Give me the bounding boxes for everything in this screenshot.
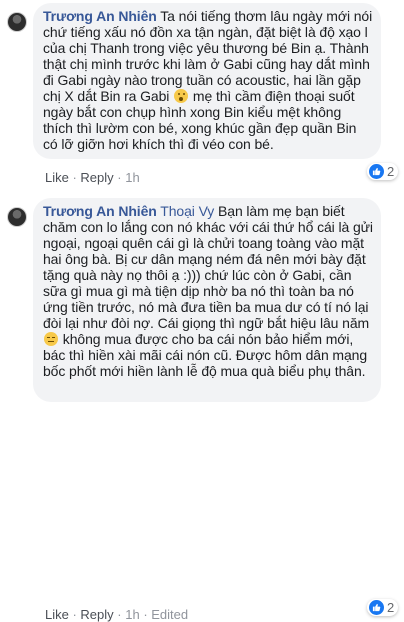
like-icon: [369, 600, 384, 615]
like-link[interactable]: Like: [45, 607, 69, 622]
reaction-count: 2: [387, 600, 395, 615]
author-name[interactable]: Trương An Nhiên: [43, 8, 157, 24]
reply-link[interactable]: Reply: [80, 607, 113, 622]
like-icon: [369, 164, 384, 179]
mentioned-user[interactable]: Thoại Vy: [160, 203, 214, 219]
reaction-summary[interactable]: 2: [367, 163, 399, 180]
comment-text-continued: không mua được cho ba cái nón bảo hiểm m…: [43, 331, 368, 379]
reply-link[interactable]: Reply: [80, 170, 113, 185]
comment-bubble: Trương An Nhiên Ta nói tiếng thơm lâu ng…: [33, 3, 381, 159]
timestamp[interactable]: 1h: [125, 607, 139, 622]
comment-text: Bạn làm mẹ bạn biết chăm con lo lắng con…: [43, 203, 373, 331]
pensive-emoji-icon: [44, 332, 58, 346]
comment-actions: Like · Reply · 1h · Edited: [45, 607, 189, 622]
reaction-summary[interactable]: 2: [367, 599, 399, 616]
avatar[interactable]: [7, 207, 27, 227]
edited-label[interactable]: Edited: [151, 607, 188, 622]
comment-actions: Like · Reply · 1h: [45, 170, 140, 185]
like-link[interactable]: Like: [45, 170, 69, 185]
comment-body: Trương An Nhiên Ta nói tiếng thơm lâu ng…: [43, 8, 373, 152]
open-mouth-emoji-icon: [174, 89, 189, 103]
reaction-count: 2: [387, 164, 395, 179]
comment-body: Trương An Nhiên Thoại Vy Bạn làm mẹ bạn …: [43, 203, 373, 379]
author-name[interactable]: Trương An Nhiên: [43, 203, 157, 219]
comment-bubble: Trương An Nhiên Thoại Vy Bạn làm mẹ bạn …: [33, 198, 381, 402]
timestamp[interactable]: 1h: [125, 170, 139, 185]
avatar[interactable]: [7, 12, 27, 32]
